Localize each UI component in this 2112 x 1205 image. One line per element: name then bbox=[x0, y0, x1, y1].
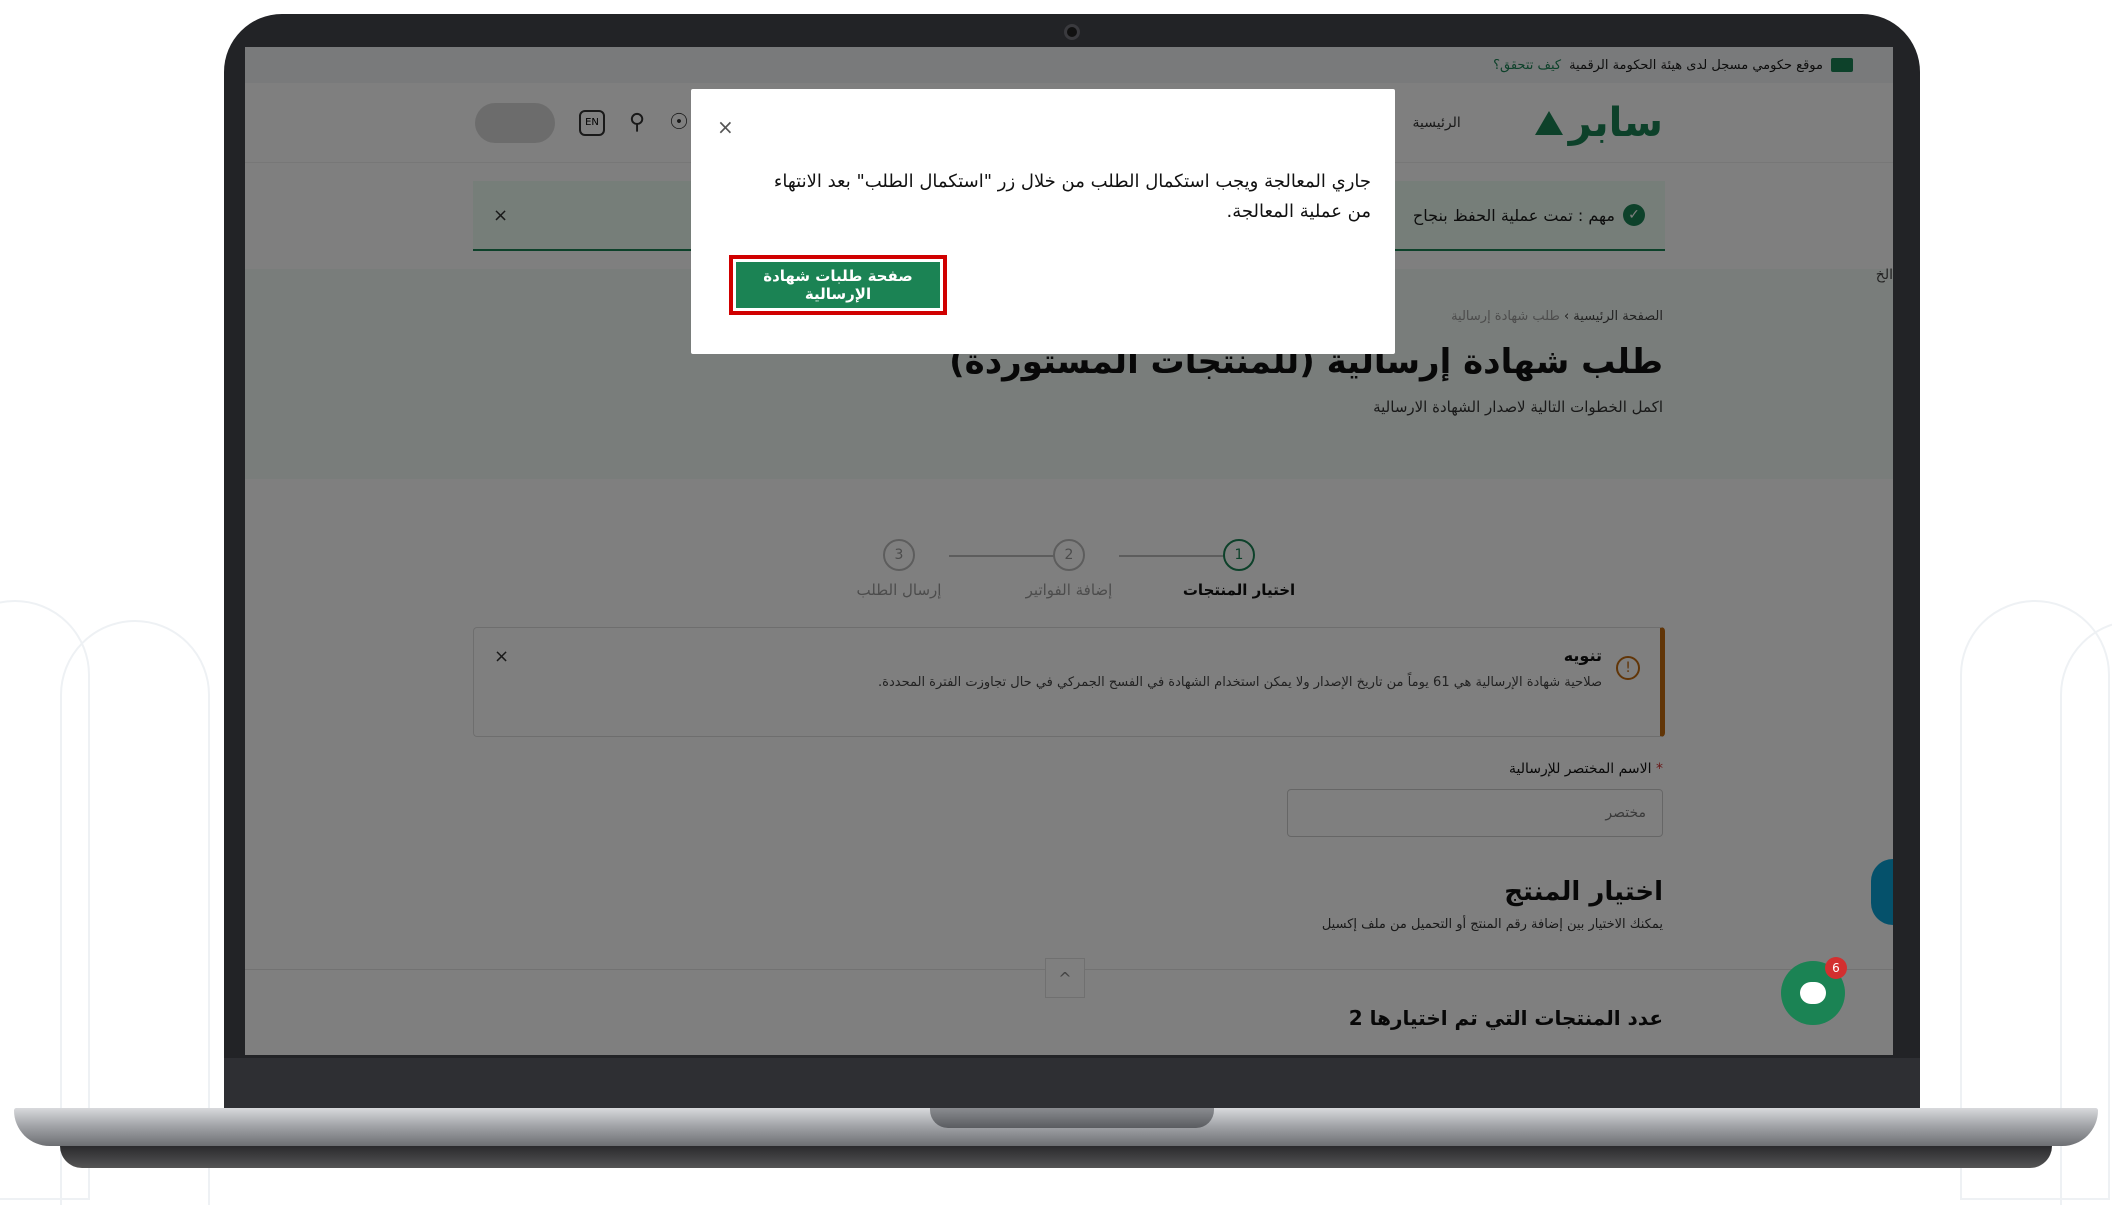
modal-close-button[interactable]: × bbox=[717, 115, 734, 139]
certificate-requests-page-button[interactable]: صفحة طلبات شهادة الإرسالية bbox=[736, 262, 940, 308]
laptop-base-shadow bbox=[60, 1146, 2052, 1168]
laptop-bezel bbox=[224, 1058, 1920, 1114]
processing-modal: × جاري المعالجة ويجب استكمال الطلب من خل… bbox=[691, 89, 1395, 354]
screen: موقع حكومي مسجل لدى هيئة الحكومة الرقمية… bbox=[245, 47, 1893, 1055]
laptop-notch bbox=[930, 1108, 1214, 1128]
chat-button[interactable]: 6 bbox=[1781, 957, 1847, 1025]
webcam bbox=[1064, 24, 1080, 40]
chat-bubble-icon bbox=[1800, 982, 1826, 1004]
modal-message: جاري المعالجة ويجب استكمال الطلب من خلال… bbox=[773, 171, 1371, 222]
chat-badge: 6 bbox=[1825, 957, 1847, 979]
button-highlight-frame: صفحة طلبات شهادة الإرسالية bbox=[729, 255, 947, 315]
